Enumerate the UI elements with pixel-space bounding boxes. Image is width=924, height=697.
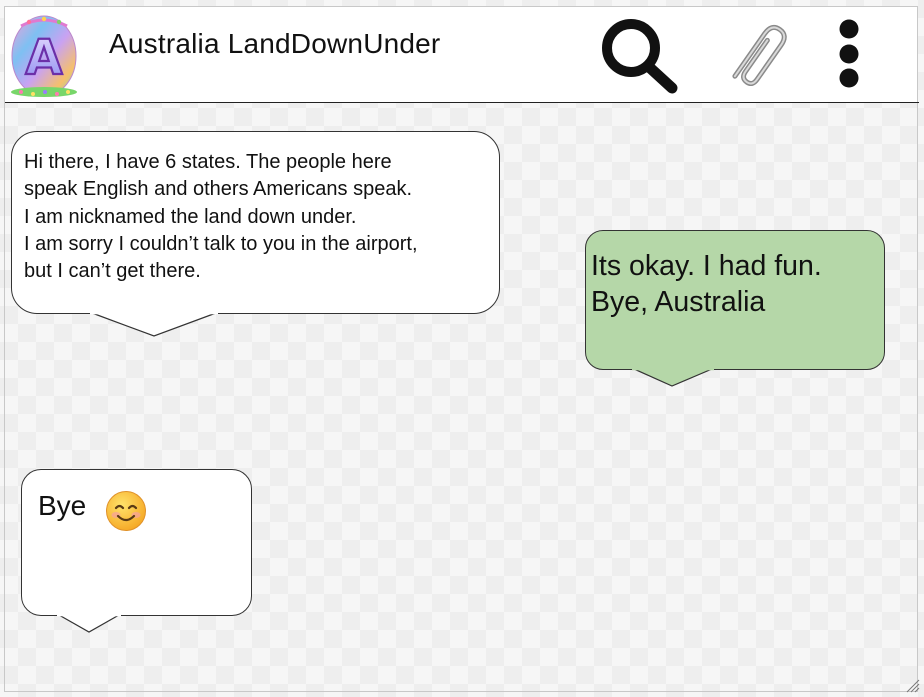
more-vertical-icon[interactable] xyxy=(834,18,864,90)
resize-handle[interactable] xyxy=(904,677,920,693)
search-icon[interactable] xyxy=(598,16,680,94)
message-bubble-outgoing: Its okay. I had fun. Bye, Australia xyxy=(585,230,885,370)
bubble-tail xyxy=(90,311,218,337)
message-text: Bye xyxy=(38,490,87,521)
message-text: Hi there, I have 6 states. The people he… xyxy=(24,151,418,283)
header-divider xyxy=(5,102,919,103)
paperclip-icon[interactable] xyxy=(726,14,792,94)
contact-avatar[interactable]: A xyxy=(9,8,79,100)
bubble-tail xyxy=(56,613,122,633)
avatar-letter: A xyxy=(25,30,62,86)
message-bubble-incoming: Hi there, I have 6 states. The people he… xyxy=(11,131,500,314)
smiling-face-icon xyxy=(106,491,146,531)
chat-title: Australia LandDownUnder xyxy=(109,28,441,59)
message-text: Its okay. I had fun. Bye, Australia xyxy=(591,250,822,318)
bubble-tail xyxy=(632,367,714,387)
message-bubble-incoming: Bye xyxy=(21,469,252,616)
